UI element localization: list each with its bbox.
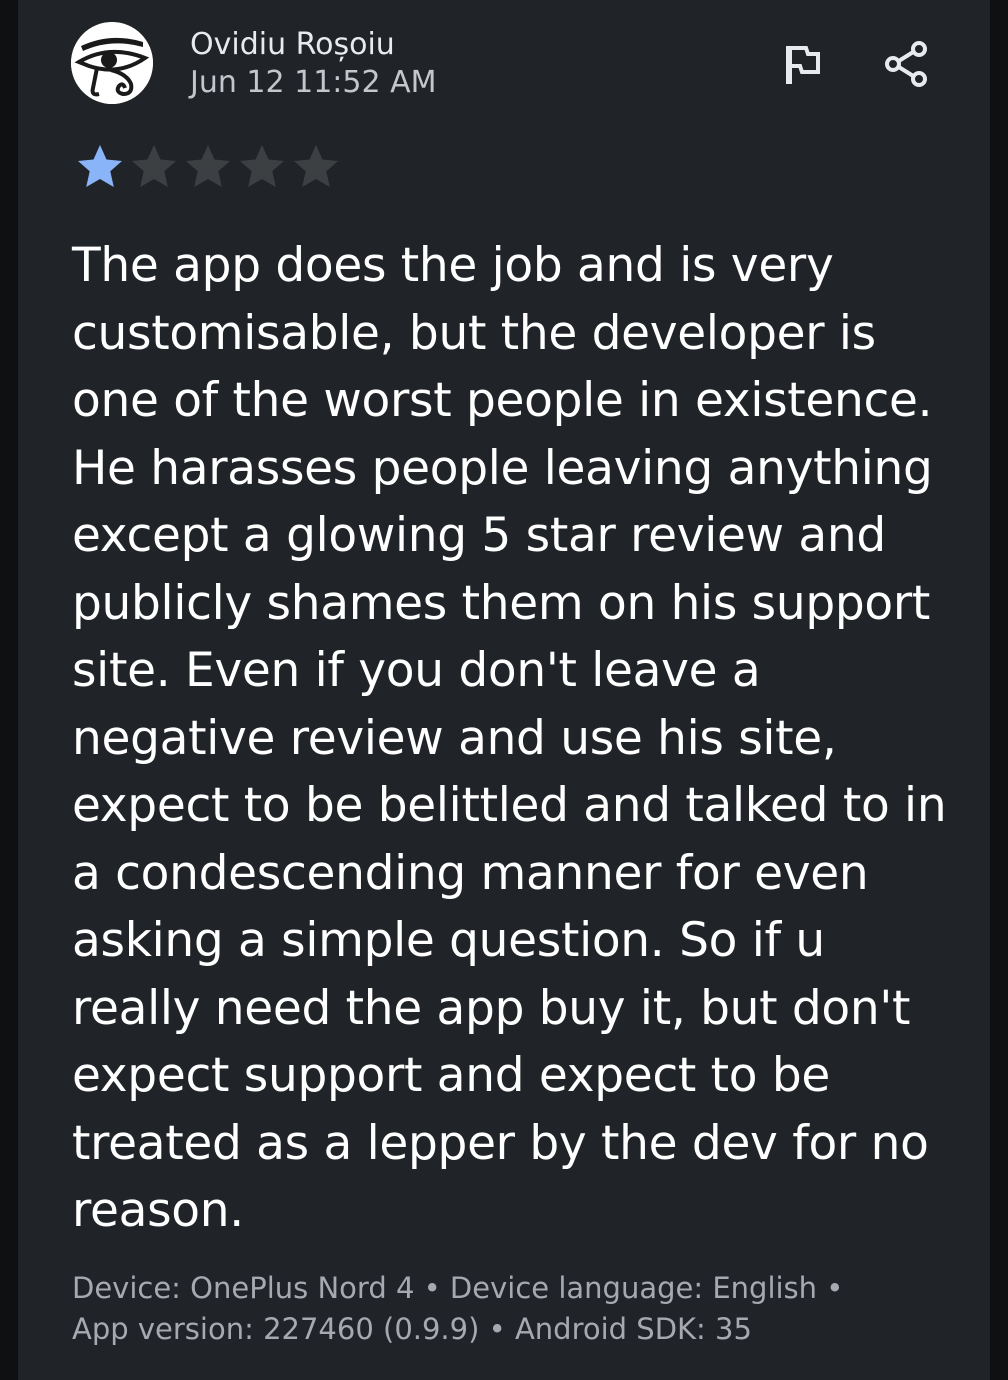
star-empty-icon bbox=[186, 145, 230, 187]
star-empty-icon bbox=[240, 145, 284, 187]
device-info: Device: OnePlus Nord 4 • Device language… bbox=[72, 1268, 972, 1350]
star-filled-icon bbox=[78, 145, 122, 187]
eye-of-horus-icon bbox=[71, 22, 153, 104]
share-button[interactable] bbox=[878, 36, 934, 92]
flag-icon bbox=[786, 46, 820, 84]
review-timestamp: Jun 12 11:52 AM bbox=[190, 65, 437, 100]
device-info-line: Device: OnePlus Nord 4 • Device language… bbox=[72, 1271, 844, 1305]
star-empty-icon bbox=[132, 145, 176, 187]
flag-button[interactable] bbox=[774, 36, 830, 92]
star-rating bbox=[74, 142, 342, 190]
star-empty-icon bbox=[294, 145, 338, 187]
review-author: Ovidiu Roșoiu bbox=[190, 27, 395, 62]
review-text: The app does the job and is very customi… bbox=[72, 238, 947, 1238]
share-icon bbox=[885, 41, 927, 87]
avatar bbox=[71, 22, 153, 104]
app-version-line: App version: 227460 (0.9.9) • Android SD… bbox=[72, 1312, 752, 1346]
